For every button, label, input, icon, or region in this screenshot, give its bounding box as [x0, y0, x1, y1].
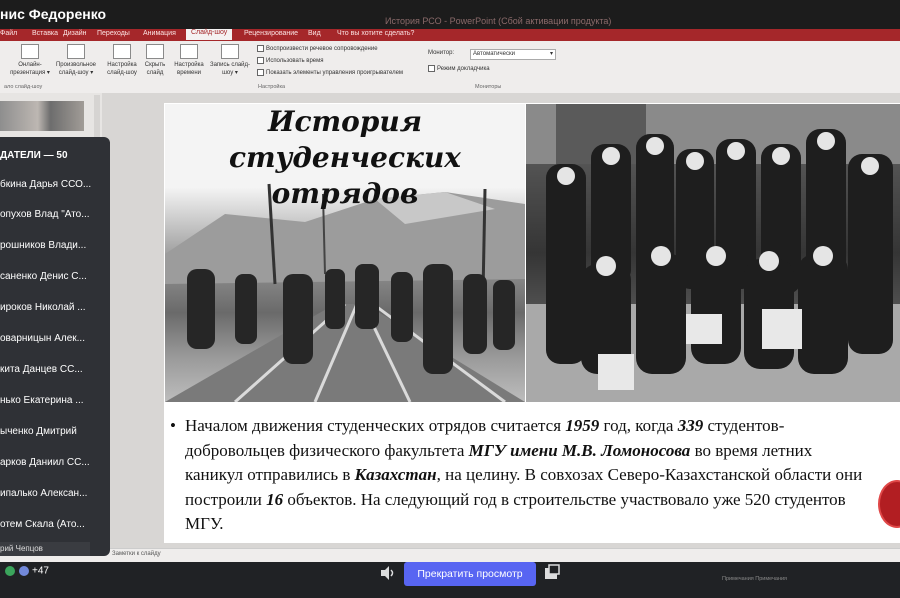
checkbox-icon: [428, 65, 435, 72]
tab-file[interactable]: Файл: [0, 30, 17, 37]
hide-slide-label: Скрыть слайд: [144, 62, 166, 76]
stop-watching-button[interactable]: Прекратить просмотр: [404, 562, 536, 586]
tab-design[interactable]: Дизайн: [63, 30, 87, 37]
participants-panel: ДАТЕЛИ — 50 бкина Дарья ССО... опухов Вл…: [0, 137, 110, 556]
group-photo-drawing: [526, 104, 900, 402]
record-slideshow-label: Запись слайд- шоу ▾: [209, 62, 251, 76]
participant-row[interactable]: опухов Влад "Ато...: [0, 209, 90, 220]
chevron-down-icon: ▾: [549, 51, 553, 57]
setup-slideshow-label: Настройка слайд-шоу: [107, 62, 137, 76]
online-presentation-label: Онлайн- презентация ▾: [10, 62, 50, 76]
slide-thumbnail[interactable]: [0, 101, 84, 131]
custom-slideshow-label: Произвольное слайд-шоу ▾: [55, 62, 97, 76]
record-slideshow-button[interactable]: Запись слайд- шоу ▾: [208, 44, 252, 77]
record-icon: [221, 44, 239, 59]
online-presentation-button[interactable]: Онлайн- презентация ▾: [8, 44, 52, 77]
participant-row[interactable]: бкина Дарья ССО...: [0, 179, 91, 190]
ribbon-tabs: Файл Вставка Дизайн Переходы Анимация Сл…: [0, 29, 900, 41]
participant-row[interactable]: ыченко Дмитрий: [0, 426, 77, 437]
use-timings-label: Использовать время: [266, 58, 324, 65]
speaker-icon[interactable]: [379, 565, 397, 581]
avatar: [4, 565, 16, 577]
slideshow-icon: [67, 44, 85, 59]
tab-review[interactable]: Рецензирование: [244, 30, 298, 37]
monitor-label: Монитор:: [428, 50, 455, 56]
participant-row[interactable]: рошников Влади...: [0, 240, 86, 251]
bullet-icon: •: [170, 416, 176, 435]
participant-row[interactable]: ироков Николай ...: [0, 302, 86, 313]
heading-line-2: отрядов: [271, 177, 419, 210]
text-segment: год, когда: [599, 416, 678, 435]
window-titlebar: нис Федоренко История РСО - PowerPoint (…: [0, 0, 900, 30]
viewers-indicator[interactable]: +47: [4, 565, 49, 583]
media-controls-checkbox[interactable]: Показать элементы управления проигрывате…: [257, 69, 403, 76]
participant-row[interactable]: кита Данцев СС...: [0, 364, 83, 375]
participant-row[interactable]: оварницын Алек...: [0, 333, 85, 344]
year-highlight: 1959: [565, 416, 600, 435]
tab-slideshow[interactable]: Слайд-шоу: [186, 29, 233, 40]
group-label-monitors: Мониторы: [475, 84, 502, 90]
setup-slideshow-button[interactable]: Настройка слайд-шоу: [102, 44, 142, 77]
rehearse-timings-button[interactable]: Настройка времени: [170, 44, 208, 77]
media-controls-label: Показать элементы управления проигрывате…: [266, 70, 404, 77]
tab-tell-me[interactable]: Что вы хотите сделать?: [337, 30, 414, 37]
checkbox-icon: [257, 57, 264, 64]
popout-icon[interactable]: [542, 564, 562, 582]
participant-row[interactable]: ипалько Алексан...: [0, 488, 87, 499]
participant-partial-label: рий Чепцов: [0, 544, 43, 553]
heading-line-1: История студенческих: [229, 105, 461, 174]
ribbon: Онлайн- презентация ▾ Произвольное слайд…: [0, 41, 900, 94]
use-timings-checkbox[interactable]: Использовать время: [257, 57, 324, 64]
setup-icon: [113, 44, 131, 59]
notes-label[interactable]: Заметки к слайду: [112, 551, 161, 557]
checkbox-icon: [257, 69, 264, 76]
group-label-setup: Настройка: [258, 84, 286, 90]
text-segment: Началом движения студенческих отрядов сч…: [185, 416, 566, 435]
monitor-select[interactable]: Автоматически ▾: [470, 49, 556, 60]
participant-row[interactable]: арков Даниил СС...: [0, 457, 90, 468]
checkbox-icon: [257, 45, 264, 52]
participant-row[interactable]: отем Скала (Ато...: [0, 519, 85, 530]
presenter-view-checkbox[interactable]: Режим докладчика: [428, 65, 490, 72]
participant-row[interactable]: саненко Денис С...: [0, 271, 87, 282]
text-segment: объектов. На следующий год в строительст…: [185, 489, 846, 534]
hide-slide-button[interactable]: Скрыть слайд: [142, 44, 168, 77]
slide-paragraph: Началом движения студенческих отрядов сч…: [185, 414, 870, 537]
tab-animation[interactable]: Анимация: [143, 30, 176, 37]
status-right-text: Примечания Примечания: [722, 576, 788, 582]
viewers-count: +47: [32, 565, 49, 577]
hide-slide-icon: [146, 44, 164, 59]
window-title: История РСО - PowerPoint (Сбой активации…: [385, 16, 612, 26]
tab-view[interactable]: Вид: [308, 30, 321, 37]
monitor-value: Автоматически: [473, 51, 515, 57]
slide-heading: История студенческих отрядов: [165, 104, 525, 212]
speaker-glyph: [381, 566, 394, 580]
notes-bar: Заметки к слайду: [0, 548, 900, 563]
avatar: [18, 565, 30, 577]
presenter-name: нис Федоренко: [0, 6, 107, 22]
narration-label: Воспроизвести речевое сопровождение: [266, 46, 378, 53]
group-label-start: ало слайд-шоу: [4, 84, 43, 90]
count-highlight: 339: [677, 416, 704, 435]
narration-checkbox[interactable]: Воспроизвести речевое сопровождение: [257, 45, 378, 52]
participants-header: ДАТЕЛИ — 50: [0, 150, 68, 161]
slide-body-text: • Началом движения студенческих отрядов …: [170, 414, 870, 537]
tab-insert[interactable]: Вставка: [32, 30, 58, 37]
place-highlight: Казахстан: [354, 465, 437, 484]
tab-transitions[interactable]: Переходы: [97, 30, 130, 37]
custom-slideshow-button[interactable]: Произвольное слайд-шоу ▾: [52, 44, 100, 77]
participant-row[interactable]: нько Екатерина ...: [0, 395, 84, 406]
presentation-icon: [21, 44, 39, 59]
timer-icon: [180, 44, 198, 59]
group-photo: [526, 104, 900, 402]
rehearse-timings-label: Настройка времени: [174, 62, 204, 76]
university-highlight: МГУ имени М.В. Ломоносова: [468, 440, 691, 460]
presenter-view-label: Режим докладчика: [437, 66, 490, 73]
participant-row-partial[interactable]: рий Чепцов: [0, 542, 90, 556]
popout-glyph: [545, 564, 560, 579]
objects-highlight: 16: [266, 489, 284, 509]
